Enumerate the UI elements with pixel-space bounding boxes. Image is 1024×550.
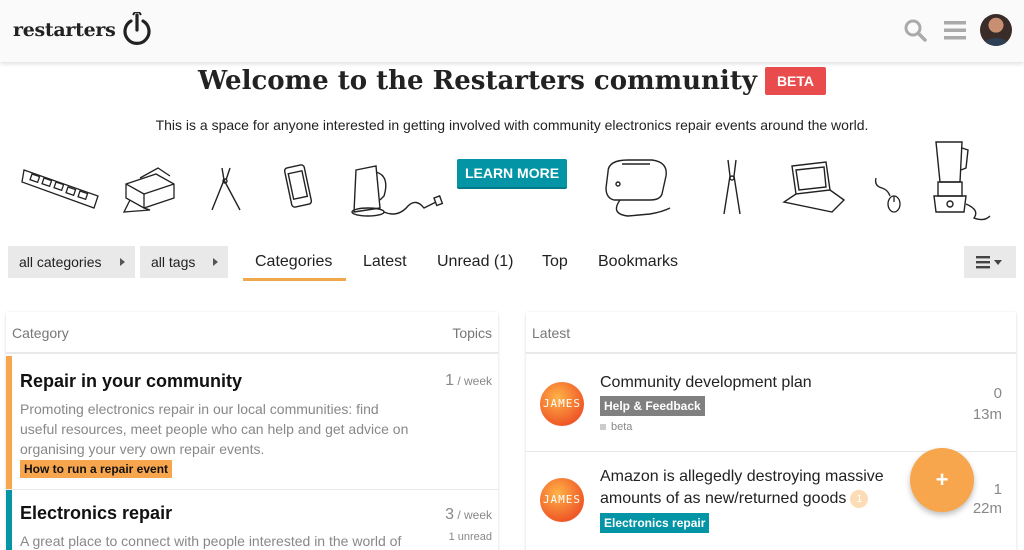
category-color-bar (6, 490, 12, 550)
toaster-icon (605, 159, 671, 217)
latest-header: Latest (526, 312, 1016, 354)
user-avatar[interactable] (980, 14, 1012, 46)
category-color-bar (6, 356, 12, 489)
topic-count: 3 (445, 506, 454, 523)
banner-subtitle: This is a space for anyone interested in… (155, 117, 869, 133)
site-header: restarters (0, 0, 1024, 62)
page-title: Welcome to the Restarters community (197, 66, 757, 96)
unread-count[interactable]: 1 unread (449, 531, 492, 543)
hamburger-menu-icon[interactable] (942, 17, 968, 43)
topics-per-week: 3 / week (445, 506, 492, 524)
tags-dropdown[interactable]: all tags (140, 246, 228, 278)
topic-category-badge[interactable]: Help & Feedback (600, 396, 705, 416)
reply-count: 1 (993, 481, 1002, 498)
new-posts-badge[interactable]: 1 (850, 489, 869, 508)
column-topics: Topics (452, 325, 492, 341)
topic-tag[interactable]: beta (600, 421, 632, 433)
topic-author-avatar[interactable]: JAMES (540, 478, 584, 522)
category-row[interactable]: Electronics repair A great place to conn… (6, 490, 498, 550)
list-caret-icon (976, 256, 1002, 269)
category-dropdown-label: all categories (19, 254, 102, 270)
column-category: Category (12, 325, 69, 341)
categories-panel: Category Topics Repair in your community… (6, 312, 498, 550)
navigation-bar: all categories all tags Categories Lates… (8, 246, 1016, 281)
categories-header: Category Topics (6, 312, 498, 354)
topic-count: 1 (445, 372, 454, 389)
topic-author-avatar[interactable]: JAMES (540, 382, 584, 426)
tab-unread[interactable]: Unread (1) (425, 246, 525, 281)
caret-right-icon (120, 258, 125, 266)
tab-bookmarks[interactable]: Bookmarks (586, 246, 690, 281)
topic-category-badge[interactable]: Electronics repair (600, 513, 710, 533)
tag-square-icon (600, 424, 606, 431)
ram-stick-icon (21, 169, 99, 209)
tab-latest[interactable]: Latest (351, 246, 419, 281)
topic-title-text: Amazon is allegedly destroying massive a… (600, 468, 884, 507)
category-title[interactable]: Repair in your community (20, 371, 242, 392)
new-topic-fab-button[interactable]: + (910, 448, 974, 512)
tag-label: beta (611, 421, 633, 433)
laptop-icon (782, 161, 846, 213)
category-title[interactable]: Electronics repair (20, 503, 172, 524)
wire-cutters-icon (723, 159, 741, 215)
search-icon[interactable] (902, 17, 928, 43)
view-options-button[interactable] (964, 246, 1016, 278)
site-logo[interactable]: restarters (13, 12, 153, 48)
smartphone-icon (283, 164, 313, 208)
caret-right-icon (213, 258, 218, 266)
latest-panel: Latest JAMES Community development plan … (526, 312, 1016, 550)
topic-age[interactable]: 22m (973, 500, 1002, 517)
topic-row[interactable]: JAMES Community development plan Help & … (526, 356, 1016, 452)
category-row[interactable]: Repair in your community Promoting elect… (6, 356, 498, 490)
category-dropdown[interactable]: all categories (8, 246, 135, 278)
blender-icon (933, 141, 991, 221)
mouse-icon (874, 177, 901, 213)
topic-age[interactable]: 13m (973, 406, 1002, 423)
latest-heading: Latest (532, 325, 571, 341)
category-description: Promoting electronics repair in our loca… (20, 401, 409, 457)
tab-top[interactable]: Top (530, 246, 580, 281)
logo-text: restarters (13, 19, 116, 41)
reply-count: 0 (993, 385, 1002, 402)
category-description: A great place to connect with people int… (20, 533, 402, 549)
banner-title-row: Welcome to the Restarters community BETA (0, 66, 1024, 96)
beta-badge: BETA (764, 67, 827, 95)
learn-more-button[interactable]: LEARN MORE (457, 159, 567, 189)
power-icon (123, 12, 152, 45)
printer-icon (122, 167, 175, 213)
topics-per-week: 1 / week (445, 372, 492, 390)
topic-title[interactable]: Community development plan (600, 372, 900, 394)
topic-title[interactable]: Amazon is allegedly destroying massive a… (600, 466, 900, 510)
period-label: / week (453, 508, 492, 522)
tab-categories[interactable]: Categories (243, 246, 346, 281)
pliers-icon (211, 167, 241, 211)
subcategory-link[interactable]: How to run a repair event (20, 460, 173, 478)
tags-dropdown-label: all tags (151, 254, 196, 270)
period-label: / week (453, 374, 492, 388)
kettle-icon (351, 165, 444, 217)
